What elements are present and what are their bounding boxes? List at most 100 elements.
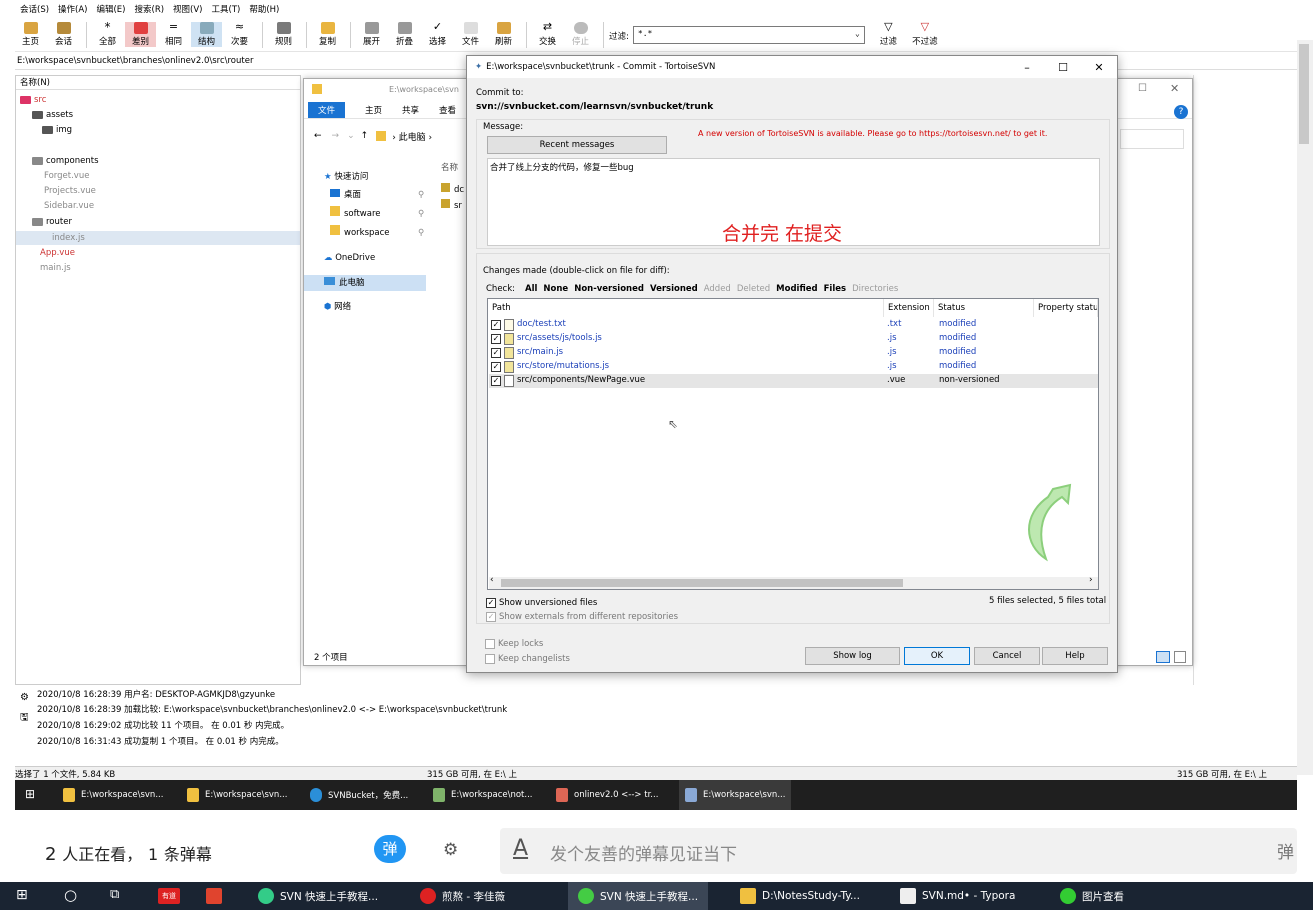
taskbar-item[interactable]: 有道 bbox=[158, 882, 186, 910]
all-button[interactable]: * 全部 bbox=[92, 21, 123, 47]
close-icon[interactable]: ✕ bbox=[1170, 82, 1179, 95]
check-all-link[interactable]: All bbox=[525, 284, 537, 294]
search-icon[interactable]: ○ bbox=[64, 886, 77, 904]
search-input[interactable] bbox=[1120, 129, 1184, 149]
column-path[interactable]: Path bbox=[488, 299, 884, 317]
session-button[interactable]: 会话 bbox=[48, 22, 79, 47]
tree-node[interactable]: img bbox=[42, 123, 72, 137]
check-added-link[interactable]: Added bbox=[704, 284, 731, 294]
gear-icon[interactable]: ⚙ bbox=[20, 692, 29, 703]
show-externals-checkbox[interactable]: ✓ Show externals from different repositor… bbox=[486, 612, 678, 622]
checkbox[interactable] bbox=[485, 639, 495, 649]
show-log-button[interactable]: Show log bbox=[805, 647, 900, 665]
refresh-button[interactable]: 刷新 bbox=[488, 22, 519, 47]
close-icon[interactable]: ✕ bbox=[1081, 61, 1117, 74]
stop-button[interactable]: 停止 bbox=[565, 22, 596, 47]
same-button[interactable]: = 相同 bbox=[158, 21, 189, 47]
taskbar-item-active[interactable]: E:\workspace\svn... bbox=[679, 780, 792, 810]
danmu-toggle-button[interactable]: 弹 bbox=[374, 835, 406, 863]
back-icon[interactable]: ← bbox=[314, 131, 322, 141]
keep-changelists-checkbox[interactable]: Keep changelists bbox=[485, 654, 570, 664]
tab-home[interactable]: 主页 bbox=[365, 104, 382, 116]
taskbar-item[interactable]: SVN.md• - Typora bbox=[900, 882, 1015, 910]
list-item[interactable]: sr bbox=[441, 199, 462, 211]
expand-button[interactable]: 展开 bbox=[356, 22, 387, 47]
tab-share[interactable]: 共享 bbox=[402, 104, 419, 116]
row-checkbox[interactable]: ✓ bbox=[491, 376, 501, 386]
windows-start-icon[interactable]: ⊞ bbox=[16, 887, 28, 903]
tree-node[interactable]: App.vue bbox=[40, 246, 75, 260]
collapse-button[interactable]: 折叠 bbox=[389, 22, 420, 47]
taskbar-item[interactable]: D:\NotesStudy-Ty... bbox=[740, 882, 860, 910]
taskbar-item-active[interactable]: SVN 快速上手教程... bbox=[568, 882, 709, 910]
table-row[interactable]: ✓ src/store/mutations.js .js modified bbox=[489, 360, 1098, 374]
help-icon[interactable]: ? bbox=[1174, 105, 1188, 119]
menu-edit[interactable]: 编辑(E) bbox=[96, 3, 125, 15]
checkbox[interactable] bbox=[485, 654, 495, 664]
column-name[interactable]: 名称 bbox=[441, 161, 458, 173]
menu-view[interactable]: 视图(V) bbox=[173, 3, 202, 15]
no-filter-button[interactable]: ▽ 不过滤 bbox=[906, 21, 944, 47]
breadcrumb[interactable]: › 此电脑 › bbox=[392, 130, 432, 143]
cancel-button[interactable]: Cancel bbox=[974, 647, 1040, 665]
sidebar-item-desktop[interactable]: 桌面 ⚲ bbox=[330, 187, 424, 203]
checkbox[interactable]: ✓ bbox=[486, 598, 496, 608]
tree-node[interactable]: Projects.vue bbox=[44, 184, 96, 198]
row-checkbox[interactable]: ✓ bbox=[491, 320, 501, 330]
check-none-link[interactable]: None bbox=[543, 284, 568, 294]
horizontal-scrollbar[interactable]: ‹ › bbox=[489, 575, 1098, 589]
pin-icon[interactable]: ⚲ bbox=[418, 187, 424, 203]
check-nonversioned-link[interactable]: Non-versioned bbox=[574, 284, 644, 294]
details-view-icon[interactable] bbox=[1156, 651, 1170, 663]
column-extension[interactable]: Extension bbox=[884, 299, 934, 317]
taskbar-item[interactable]: SVN 快速上手教程... bbox=[258, 882, 378, 910]
tab-file[interactable]: 文件 bbox=[308, 102, 346, 118]
message-textarea[interactable]: 合并了线上分支的代码，修复一些bug 合并完 在提交 bbox=[487, 158, 1100, 246]
chevron-down-icon[interactable]: ⌄ bbox=[855, 29, 860, 41]
maximize-icon[interactable]: ☐ bbox=[1045, 61, 1081, 74]
forward-icon[interactable]: → bbox=[332, 131, 340, 141]
tab-view[interactable]: 查看 bbox=[439, 104, 456, 116]
menu-search[interactable]: 搜索(R) bbox=[135, 3, 165, 15]
recent-messages-button[interactable]: Recent messages bbox=[487, 136, 667, 154]
rules-button[interactable]: 规则 bbox=[268, 22, 299, 47]
menu-action[interactable]: 操作(A) bbox=[58, 3, 87, 15]
tree-node[interactable]: router bbox=[32, 215, 72, 229]
table-row-selected[interactable]: ✓ src/components/NewPage.vue .vue non-vers… bbox=[489, 374, 1098, 388]
danmu-input[interactable]: 发个友善的弹幕见证当下 bbox=[500, 828, 1297, 874]
home-button[interactable]: 主页 bbox=[15, 22, 46, 47]
pin-icon[interactable]: ⚲ bbox=[418, 206, 424, 222]
keep-locks-checkbox[interactable]: Keep locks bbox=[485, 639, 543, 649]
tree-node[interactable]: Forget.vue bbox=[44, 169, 89, 183]
help-button[interactable]: Help bbox=[1042, 647, 1108, 665]
check-files-link[interactable]: Files bbox=[824, 284, 846, 294]
files-button[interactable]: 文件 bbox=[455, 22, 486, 47]
checkbox[interactable]: ✓ bbox=[486, 612, 496, 622]
scroll-left-icon[interactable]: ‹ bbox=[490, 575, 494, 585]
minimize-icon[interactable]: – bbox=[1009, 61, 1045, 74]
check-modified-link[interactable]: Modified bbox=[776, 284, 817, 294]
list-item[interactable]: dc bbox=[441, 183, 464, 195]
taskbar-item[interactable]: 煎熬 - 李佳薇 bbox=[420, 882, 505, 910]
table-row[interactable]: ✓ doc/test.txt .txt modified bbox=[489, 318, 1098, 332]
taskbar-item[interactable] bbox=[206, 882, 228, 910]
show-unversioned-checkbox[interactable]: ✓ Show unversioned files bbox=[486, 598, 597, 608]
filter-button[interactable]: ▽ 过滤 bbox=[873, 21, 904, 47]
maximize-icon[interactable]: ☐ bbox=[1138, 83, 1147, 94]
taskbar-item[interactable]: E:\workspace\svn... bbox=[63, 780, 163, 810]
taskbar-item[interactable]: SVNBucket，免费... bbox=[310, 780, 408, 810]
font-style-icon[interactable]: A bbox=[513, 836, 528, 861]
up-icon[interactable]: ↑ bbox=[361, 131, 369, 141]
row-checkbox[interactable]: ✓ bbox=[491, 348, 501, 358]
tree-node[interactable]: Sidebar.vue bbox=[44, 199, 94, 213]
check-directories-link[interactable]: Directories bbox=[852, 284, 898, 294]
menu-session[interactable]: 会话(S) bbox=[20, 3, 49, 15]
ok-button[interactable]: OK bbox=[904, 647, 970, 665]
table-row[interactable]: ✓ src/main.js .js modified bbox=[489, 346, 1098, 360]
windows-start-icon[interactable]: ⊞ bbox=[25, 787, 35, 801]
menu-help[interactable]: 帮助(H) bbox=[249, 3, 279, 15]
tree-node[interactable]: assets bbox=[32, 108, 73, 122]
tree-node-selected[interactable]: index.js bbox=[16, 231, 300, 245]
taskbar-item[interactable]: 图片查看 bbox=[1060, 882, 1124, 910]
task-view-icon[interactable]: ⧉ bbox=[110, 887, 119, 902]
